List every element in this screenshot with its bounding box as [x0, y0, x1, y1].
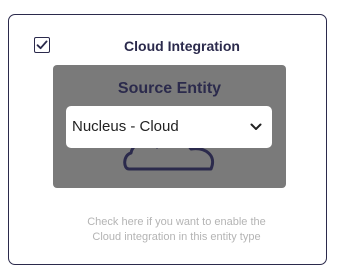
check-icon	[36, 40, 48, 50]
select-value: Nucleus - Cloud	[72, 118, 179, 135]
cloud-integration-card[interactable]: Cloud Integration Source Entity Nucleus …	[8, 14, 327, 265]
source-entity-heading: Source Entity	[117, 80, 222, 97]
source-entity-preview: Source Entity Nucleus - Cloud	[53, 65, 286, 188]
card-title: Cloud Integration	[124, 38, 240, 54]
chevron-down-icon	[250, 123, 262, 130]
cloud-integration-checkbox[interactable]	[34, 37, 50, 53]
help-text-line-2: Cloud integration in this entity type	[92, 231, 261, 243]
help-text-line-1: Check here if you want to enable the	[87, 216, 266, 228]
help-text: Check here if you want to enable the Clo…	[29, 215, 324, 245]
source-entity-select[interactable]: Nucleus - Cloud	[66, 106, 272, 148]
